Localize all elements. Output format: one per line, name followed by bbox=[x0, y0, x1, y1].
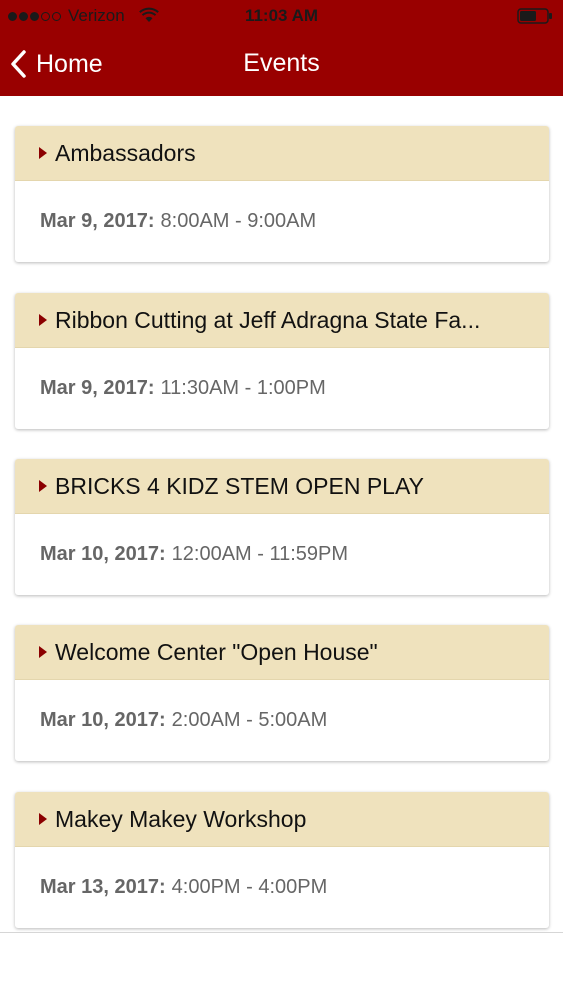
bottom-divider bbox=[0, 932, 563, 933]
events-list[interactable]: Ambassadors Mar 9, 2017: 8:00AM - 9:00AM… bbox=[0, 96, 563, 932]
event-title: Ribbon Cutting at Jeff Adragna State Fa.… bbox=[55, 306, 481, 333]
event-title: BRICKS 4 KIDZ STEM OPEN PLAY bbox=[55, 472, 424, 499]
event-card-header: Makey Makey Workshop bbox=[15, 792, 549, 847]
navigation-bar: Verizon 11:03 AM Home Events bbox=[0, 0, 563, 96]
event-card-body: Mar 10, 2017: 2:00AM - 5:00AM bbox=[15, 680, 549, 761]
event-date: Mar 13, 2017: bbox=[40, 876, 166, 898]
event-card-body: Mar 10, 2017: 12:00AM - 11:59PM bbox=[15, 514, 549, 595]
status-time: 11:03 AM bbox=[244, 6, 319, 25]
event-time: 4:00PM - 4:00PM bbox=[171, 876, 328, 898]
event-card-body: Mar 13, 2017: 4:00PM - 4:00PM bbox=[15, 847, 549, 928]
event-card[interactable]: Ribbon Cutting at Jeff Adragna State Fa.… bbox=[15, 293, 549, 429]
caret-right-icon bbox=[39, 813, 47, 825]
event-card[interactable]: Ambassadors Mar 9, 2017: 8:00AM - 9:00AM bbox=[15, 126, 549, 262]
event-date: Mar 10, 2017: bbox=[40, 709, 166, 731]
event-card[interactable]: BRICKS 4 KIDZ STEM OPEN PLAY Mar 10, 201… bbox=[15, 459, 549, 595]
caret-right-icon bbox=[39, 147, 47, 159]
caret-right-icon bbox=[39, 646, 47, 658]
event-card-body: Mar 9, 2017: 8:00AM - 9:00AM bbox=[15, 181, 549, 262]
events-screen: Verizon 11:03 AM Home Events Ambassadors… bbox=[0, 0, 563, 1000]
event-card[interactable]: Welcome Center "Open House" Mar 10, 2017… bbox=[15, 625, 549, 761]
event-title: Makey Makey Workshop bbox=[55, 805, 307, 832]
status-bar: Verizon 11:03 AM bbox=[0, 0, 563, 32]
event-card-header: BRICKS 4 KIDZ STEM OPEN PLAY bbox=[15, 459, 549, 514]
event-time: 12:00AM - 11:59PM bbox=[171, 543, 349, 565]
event-date: Mar 10, 2017: bbox=[40, 543, 166, 565]
event-card[interactable]: Makey Makey Workshop Mar 13, 2017: 4:00P… bbox=[15, 792, 549, 928]
caret-right-icon bbox=[39, 480, 47, 492]
event-card-body: Mar 9, 2017: 11:30AM - 1:00PM bbox=[15, 348, 549, 429]
event-card-header: Welcome Center "Open House" bbox=[15, 625, 549, 680]
event-time: 11:30AM - 1:00PM bbox=[160, 377, 326, 399]
event-card-header: Ribbon Cutting at Jeff Adragna State Fa.… bbox=[15, 293, 549, 348]
event-date: Mar 9, 2017: bbox=[40, 210, 155, 232]
event-title: Ambassadors bbox=[55, 139, 196, 166]
event-date: Mar 9, 2017: bbox=[40, 377, 155, 399]
battery-icon bbox=[517, 8, 552, 24]
event-title: Welcome Center "Open House" bbox=[55, 638, 378, 665]
page-title: Events bbox=[243, 49, 320, 77]
event-card-header: Ambassadors bbox=[15, 126, 549, 181]
caret-right-icon bbox=[39, 314, 47, 326]
event-time: 8:00AM - 9:00AM bbox=[160, 210, 317, 232]
event-time: 2:00AM - 5:00AM bbox=[171, 709, 328, 731]
